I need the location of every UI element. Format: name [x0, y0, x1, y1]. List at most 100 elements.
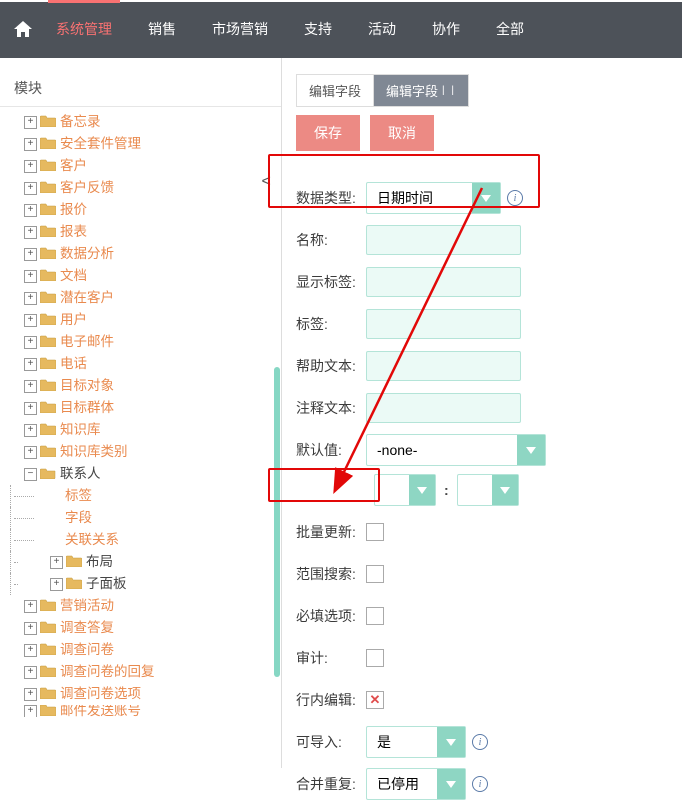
expander-icon[interactable]: +: [50, 578, 63, 591]
tree-item[interactable]: 字段: [10, 507, 281, 529]
tree-item[interactable]: + 电子邮件: [10, 331, 281, 353]
expander-icon[interactable]: +: [24, 600, 37, 613]
input-tag[interactable]: [366, 309, 521, 339]
nav-item[interactable]: 系统管理: [38, 0, 130, 58]
select-importable[interactable]: 是: [366, 726, 466, 758]
tab[interactable]: 编辑字段: [297, 75, 374, 106]
expander-icon[interactable]: +: [24, 182, 37, 195]
expander-icon[interactable]: +: [24, 160, 37, 173]
tree-item-label[interactable]: 客户: [60, 155, 87, 177]
expander-icon[interactable]: +: [24, 644, 37, 657]
tree-item-label[interactable]: 调查答复: [60, 617, 114, 639]
nav-item[interactable]: 活动: [350, 0, 414, 58]
tree-item-label[interactable]: 目标对象: [60, 375, 114, 397]
expander-icon[interactable]: +: [24, 446, 37, 459]
tree-item[interactable]: + 数据分析: [10, 243, 281, 265]
tree-item[interactable]: +调查问卷的回复: [10, 661, 281, 683]
expander-icon[interactable]: +: [24, 705, 37, 717]
tree-item[interactable]: + 安全套件管理: [10, 133, 281, 155]
tree-item-label[interactable]: 客户反馈: [60, 177, 114, 199]
tree-item-label[interactable]: 安全套件管理: [60, 133, 141, 155]
tree-item[interactable]: + 邮件发送账号: [10, 705, 281, 717]
tree-item[interactable]: +调查问卷: [10, 639, 281, 661]
input-help-text[interactable]: [366, 351, 521, 381]
expander-icon[interactable]: +: [24, 622, 37, 635]
tree-item[interactable]: 标签: [10, 485, 281, 507]
expander-icon[interactable]: +: [24, 336, 37, 349]
tree-item-label[interactable]: 用户: [60, 309, 87, 331]
expander-icon[interactable]: +: [24, 204, 37, 217]
input-display-label[interactable]: [366, 267, 521, 297]
tree-item[interactable]: + 布局: [10, 551, 281, 573]
expander-icon[interactable]: +: [24, 358, 37, 371]
expander-icon[interactable]: +: [24, 292, 37, 305]
tree-item-label[interactable]: 数据分析: [60, 243, 114, 265]
checkbox-audit[interactable]: [366, 649, 384, 667]
tree-item-label[interactable]: 知识库: [60, 419, 101, 441]
tree-item[interactable]: + 客户反馈: [10, 177, 281, 199]
tree-item[interactable]: + 电话: [10, 353, 281, 375]
tree-item-label[interactable]: 调查问卷的回复: [60, 661, 155, 683]
info-icon[interactable]: i: [472, 734, 488, 750]
tree-item-label[interactable]: 调查问卷选项: [60, 683, 141, 705]
tree-item[interactable]: − 联系人: [10, 463, 281, 485]
expander-icon[interactable]: +: [24, 314, 37, 327]
select-default-value[interactable]: -none-: [366, 434, 546, 466]
expander-icon[interactable]: +: [24, 270, 37, 283]
tree-item-label[interactable]: 子面板: [86, 573, 127, 595]
cancel-button[interactable]: 取消: [370, 115, 434, 151]
tree-item-label[interactable]: 备忘录: [60, 111, 101, 133]
tree-item[interactable]: + 调查问卷选项: [10, 683, 281, 705]
tree-item-label[interactable]: 潜在客户: [60, 287, 114, 309]
input-comment-text[interactable]: [366, 393, 521, 423]
checkbox-inline-edit[interactable]: ✕: [366, 691, 384, 709]
expander-icon[interactable]: +: [24, 138, 37, 151]
tree-item[interactable]: + 目标群体: [10, 397, 281, 419]
expander-icon[interactable]: +: [24, 688, 37, 701]
tree-item-label[interactable]: 邮件发送账号: [60, 705, 141, 717]
tree-item[interactable]: + 潜在客户: [10, 287, 281, 309]
tree-item[interactable]: + 用户: [10, 309, 281, 331]
expander-icon[interactable]: +: [24, 248, 37, 261]
tree-item-label[interactable]: 电子邮件: [60, 331, 114, 353]
select-minute[interactable]: [457, 474, 519, 506]
tree-item[interactable]: 关联关系: [10, 529, 281, 551]
tree-item[interactable]: + 营销活动: [10, 595, 281, 617]
tree-item[interactable]: + 知识库类别: [10, 441, 281, 463]
expander-icon[interactable]: +: [24, 424, 37, 437]
expander-icon[interactable]: +: [50, 556, 63, 569]
checkbox-range-search[interactable]: [366, 565, 384, 583]
tree-item-label[interactable]: 文档: [60, 265, 87, 287]
info-icon[interactable]: i: [472, 776, 488, 792]
tree-item-label[interactable]: 报表: [60, 221, 87, 243]
nav-item[interactable]: 全部: [478, 0, 542, 58]
nav-item[interactable]: 支持: [286, 0, 350, 58]
home-icon[interactable]: [8, 0, 38, 58]
tree-item-label[interactable]: 电话: [60, 353, 87, 375]
tree-item[interactable]: + 知识库: [10, 419, 281, 441]
tree-item-label[interactable]: 标签: [65, 485, 92, 507]
expander-icon[interactable]: +: [24, 402, 37, 415]
tree-item[interactable]: + 报表: [10, 221, 281, 243]
tree-item[interactable]: + 调查答复: [10, 617, 281, 639]
tree-item-label[interactable]: 布局: [86, 551, 113, 573]
input-name[interactable]: [366, 225, 521, 255]
tree-item-label[interactable]: 目标群体: [60, 397, 114, 419]
nav-item[interactable]: 市场营销: [194, 0, 286, 58]
tree-item[interactable]: + 目标对象: [10, 375, 281, 397]
tree-item-label[interactable]: 营销活动: [60, 595, 114, 617]
tree-item-label[interactable]: 联系人: [60, 463, 101, 485]
expander-icon[interactable]: +: [24, 380, 37, 393]
tree-item[interactable]: + 子面板: [10, 573, 281, 595]
expander-icon[interactable]: −: [24, 468, 37, 481]
tree-item[interactable]: +备忘录: [10, 111, 281, 133]
expander-icon[interactable]: +: [24, 226, 37, 239]
nav-item[interactable]: 销售: [130, 0, 194, 58]
sidebar-scrollbar[interactable]: [274, 367, 280, 677]
select-merge-dup[interactable]: 已停用: [366, 768, 466, 800]
tree-item-label[interactable]: 关联关系: [65, 529, 119, 551]
tree-item[interactable]: +报价: [10, 199, 281, 221]
checkbox-mass-update[interactable]: [366, 523, 384, 541]
tree-item-label[interactable]: 知识库类别: [60, 441, 128, 463]
nav-item[interactable]: 协作: [414, 0, 478, 58]
